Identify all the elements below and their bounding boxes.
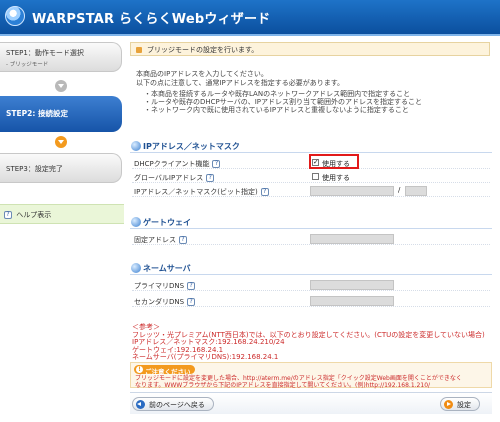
main-content: ブリッジモードの設定を行います。 本商品のIPアドレスを入力してください。 以下…	[124, 36, 500, 422]
global-ip-checkbox-label: 使用する	[322, 174, 350, 182]
row-global-ip: グローバルIPアドレス? 使用する	[132, 170, 490, 183]
global-ip-checkbox[interactable]	[312, 173, 319, 180]
step2-label: STEP2: 接続設定	[6, 109, 68, 118]
section-ball-icon	[131, 141, 141, 151]
reference-notes: ＜参考＞ フレッツ・光プレミアム(NTT西日本)では、以下のとおり設定してくださ…	[132, 323, 492, 362]
row-fixed-address: 固定アドレス?	[132, 232, 490, 245]
row-dhcp-client: DHCPクライアント機能? 使用する	[132, 154, 490, 169]
caution-text: ブリッジモードに設定を変更した場合、http://aterm.me/のアドレス指…	[135, 375, 490, 389]
section-gateway: ゲートウェイ	[130, 216, 492, 229]
caution-box: ご注意ください ブリッジモードに設定を変更した場合、http://aterm.m…	[130, 362, 492, 388]
row-label: プライマリDNS?	[134, 281, 197, 291]
section-title: ゲートウェイ	[143, 218, 191, 227]
page-title: ブリッジモードの設定を行います。	[130, 42, 490, 56]
section-dns: ネームサーバ	[130, 262, 492, 275]
intro-text: 本商品のIPアドレスを入力してください。 以下の点に注意して、通常IPアドレスを…	[136, 70, 486, 87]
footer-bar: 前のページへ戻る 設定	[130, 392, 492, 414]
settings-button[interactable]: 設定	[440, 397, 480, 411]
help-icon[interactable]: ?	[187, 282, 196, 290]
app-header: WARPSTAR らくらくWebウィザード	[0, 0, 500, 34]
settings-button-label: 設定	[457, 401, 471, 409]
gateway-input[interactable]	[310, 233, 394, 244]
ip-address-input[interactable]	[310, 185, 394, 196]
row-label: セカンダリDNS?	[134, 297, 197, 307]
row-primary-dns: プライマリDNS?	[132, 278, 490, 291]
netmask-input[interactable]	[405, 185, 427, 196]
step-down-arrow-icon	[55, 80, 67, 92]
primary-dns-input[interactable]	[310, 279, 394, 290]
sidebar-step3: STEP3：設定完了	[0, 153, 122, 183]
row-ip-netmask: IPアドレス／ネットマスク(ビット指定)? /	[132, 184, 490, 197]
sidebar-step1[interactable]: STEP1：動作モード選択 - ブリッジモード	[0, 42, 122, 72]
bullet-item: ・ネットワーク内で既に使用されているIPアドレスと重複しないように指定すること	[144, 106, 409, 114]
section-title: IPアドレス／ネットマスク	[143, 142, 240, 151]
arrow-right-icon	[444, 400, 453, 409]
arrow-left-icon	[136, 400, 145, 409]
intro-line: 本商品のIPアドレスを入力してください。	[136, 70, 268, 78]
row-label: グローバルIPアドレス?	[134, 173, 216, 183]
step1-label: STEP1：動作モード選択	[6, 49, 84, 57]
help-icon: ?	[4, 211, 12, 219]
highlight-box	[309, 154, 359, 169]
note-line: ネームサーバ(プライマリDNS):192.168.24.1	[132, 353, 279, 361]
help-icon[interactable]: ?	[179, 236, 187, 244]
app-title: WARPSTAR らくらくWebウィザード	[32, 12, 271, 27]
secondary-dns-input[interactable]	[310, 295, 394, 306]
step1-sub-label: - ブリッジモード	[6, 62, 49, 68]
bullet-item: ・ルータや既存のDHCPサーバの、IPアドレス割り当て範囲外のアドレスを指定する…	[144, 98, 422, 106]
caution-line: なります。WWWブラウザから下記のIPアドレスを直接指定して開いてください。(例…	[135, 381, 431, 389]
row-label: DHCPクライアント機能?	[134, 159, 222, 169]
step3-label: STEP3：設定完了	[6, 165, 63, 173]
back-button-label: 前のページへ戻る	[149, 401, 205, 409]
warpstar-logo-icon	[5, 6, 25, 26]
row-label: IPアドレス／ネットマスク(ビット指定)?	[134, 187, 271, 197]
help-icon[interactable]: ?	[206, 174, 215, 182]
bullet-item: ・本商品を接続するルータや既存LANのネットワークアドレス範囲内で指定すること	[144, 90, 411, 98]
mask-separator: /	[398, 186, 401, 194]
section-title: ネームサーバ	[143, 264, 191, 273]
sidebar-step2-active: STEP2: 接続設定	[0, 96, 122, 132]
intro-bullets: ・本商品を接続するルータや既存LANのネットワークアドレス範囲内で指定すること …	[144, 90, 489, 114]
section-ball-icon	[131, 217, 141, 227]
wizard-sidebar: STEP1：動作モード選択 - ブリッジモード STEP2: 接続設定 STEP…	[0, 36, 124, 422]
help-toggle[interactable]: ? ヘルプ表示	[0, 204, 124, 224]
step-down-arrow-active-icon	[55, 136, 67, 148]
section-ip-netmask: IPアドレス／ネットマスク	[130, 140, 492, 153]
help-icon[interactable]: ?	[260, 188, 269, 196]
section-ball-icon	[131, 263, 141, 273]
caution-title: ご注意ください	[134, 365, 195, 376]
help-icon[interactable]: ?	[187, 298, 196, 306]
row-label: 固定アドレス?	[134, 235, 189, 245]
help-label: ヘルプ表示	[16, 211, 52, 219]
back-button[interactable]: 前のページへ戻る	[132, 397, 214, 411]
row-secondary-dns: セカンダリDNS?	[132, 294, 490, 307]
help-icon[interactable]: ?	[212, 160, 221, 168]
intro-line: 以下の点に注意して、通常IPアドレスを指定する必要があります。	[136, 78, 345, 87]
